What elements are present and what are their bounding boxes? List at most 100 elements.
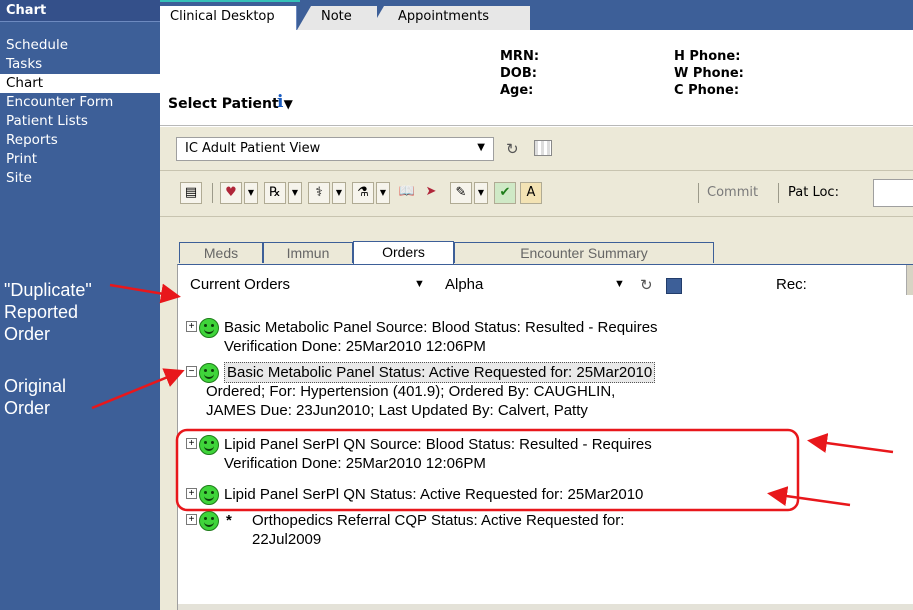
annotation-original-order: Original Order	[4, 375, 66, 419]
tab-accent-bar	[160, 0, 300, 2]
patient-view-select[interactable]: IC Adult Patient View ▼	[176, 137, 494, 161]
select-patient-button[interactable]: Select Patient ▼	[168, 96, 293, 112]
rec-label: Rec:	[776, 276, 807, 293]
age-label: Age:	[500, 83, 534, 98]
chevron-down-icon: ▼	[477, 142, 485, 153]
medication-icon[interactable]: ⚕	[308, 182, 330, 204]
status-smiley-icon	[199, 435, 219, 455]
sidebar-item-patient-lists[interactable]: Patient Lists	[0, 112, 160, 131]
status-smiley-icon	[199, 485, 219, 505]
sidebar-item-encounter-form[interactable]: Encounter Form	[0, 93, 160, 112]
refresh-icon[interactable]: ↻	[640, 276, 653, 294]
toolbar-separator	[778, 183, 779, 203]
orders-panel: Current Orders ▼ Alpha ▼ ↻ Rec: + Basic …	[177, 264, 913, 610]
dob-label: DOB:	[500, 66, 537, 81]
sidebar: Chart Schedule Tasks Chart Encounter For…	[0, 0, 160, 610]
tab-appointments[interactable]: Appointments	[370, 6, 530, 30]
order-text: Lipid Panel SerPl QN Status: Active Requ…	[224, 486, 644, 503]
toolbar-separator	[698, 183, 699, 203]
chevron-down-icon[interactable]: ▼	[376, 182, 390, 204]
order-row[interactable]: + Lipid Panel SerPl QN Status: Active Re…	[186, 485, 886, 505]
chevron-down-icon[interactable]: ▼	[332, 182, 346, 204]
note-icon[interactable]: ✎	[450, 182, 472, 204]
sidebar-nav: Schedule Tasks Chart Encounter Form Pati…	[0, 36, 160, 188]
tab-meds[interactable]: Meds	[179, 242, 263, 263]
order-text: Verification Done: 25Mar2010 12:06PM	[224, 338, 486, 355]
toolbar-separator	[212, 183, 213, 203]
commit-button[interactable]: Commit	[707, 185, 758, 200]
sidebar-item-print[interactable]: Print	[0, 150, 160, 169]
orders-filter-row: Current Orders ▼ Alpha ▼ ↻ Rec:	[178, 265, 913, 299]
order-row[interactable]: + * Orthopedics Referral CQP Status: Act…	[186, 511, 886, 551]
sidebar-item-tasks[interactable]: Tasks	[0, 55, 160, 74]
order-text: Verification Done: 25Mar2010 12:06PM	[224, 455, 486, 472]
action-toolbar: ▤ ♥ ▼ ℞ ▼ ⚕ ▼ ⚗ ▼ 📖 ➤ ✎ ▼ ✔ A Commit Pat…	[160, 171, 913, 217]
expand-icon[interactable]: +	[186, 514, 197, 525]
chevron-down-icon[interactable]: ▼	[244, 182, 258, 204]
lab-flask-icon[interactable]: ⚗	[352, 182, 374, 204]
tab-immun[interactable]: Immun	[263, 242, 353, 263]
chevron-down-icon[interactable]: ▼	[614, 278, 625, 290]
sidebar-item-reports[interactable]: Reports	[0, 131, 160, 150]
tab-clinical-desktop[interactable]: Clinical Desktop	[160, 6, 297, 30]
work-phone-label: W Phone:	[674, 66, 744, 81]
info-icon[interactable]: i	[277, 92, 283, 112]
chevron-down-icon[interactable]: ▼	[474, 182, 488, 204]
annotation-line: "Duplicate"	[4, 280, 92, 300]
patient-header: MRN: DOB: Age: H Phone: W Phone: C Phone…	[160, 30, 913, 126]
expand-icon[interactable]: +	[186, 321, 197, 332]
collapse-icon[interactable]: −	[186, 366, 197, 377]
mrn-label: MRN:	[500, 49, 540, 64]
flag-forward-icon[interactable]: ➤	[420, 182, 442, 204]
order-text: Basic Metabolic Panel Source: Blood Stat…	[224, 319, 658, 336]
order-text: 22Jul2009	[252, 531, 322, 548]
prescription-icon[interactable]: ℞	[264, 182, 286, 204]
top-tab-strip: Clinical Desktop Appointments Note	[160, 0, 913, 30]
chevron-down-icon: ▼	[283, 97, 293, 111]
order-text: Ordered; For: Hypertension (401.9); Orde…	[206, 383, 616, 400]
sidebar-item-schedule[interactable]: Schedule	[0, 36, 160, 55]
audit-icon[interactable]: A	[520, 182, 542, 204]
order-status-filter[interactable]: Current Orders	[190, 276, 290, 293]
view-toolbar: IC Adult Patient View ▼ ↻	[160, 127, 913, 171]
sidebar-title: Chart	[0, 0, 160, 22]
tab-encounter-summary[interactable]: Encounter Summary	[454, 242, 714, 263]
sign-green-icon[interactable]: ✔	[494, 182, 516, 204]
scrollbar[interactable]	[906, 265, 913, 295]
grid-view-icon[interactable]	[534, 140, 552, 156]
annotation-line: Order	[4, 324, 51, 344]
cell-phone-label: C Phone:	[674, 83, 740, 98]
calculator-icon[interactable]	[666, 278, 682, 294]
annotation-line: Reported	[4, 302, 79, 322]
annotation-duplicate-order: "Duplicate" Reported Order	[4, 279, 92, 345]
expand-icon[interactable]: +	[186, 488, 197, 499]
horizontal-scrollbar[interactable]	[178, 604, 913, 610]
book-icon[interactable]: 📖	[396, 182, 418, 204]
annotation-line: Order	[4, 398, 51, 418]
patient-location-label: Pat Loc:	[788, 185, 839, 200]
referral-star: *	[226, 512, 232, 529]
order-row[interactable]: + Basic Metabolic Panel Source: Blood St…	[186, 318, 886, 358]
heart-icon[interactable]: ♥	[220, 182, 242, 204]
patient-location-input[interactable]	[873, 179, 913, 207]
tab-note[interactable]: Note	[297, 6, 377, 30]
order-row[interactable]: + Lipid Panel SerPl QN Source: Blood Sta…	[186, 435, 886, 475]
sidebar-item-chart[interactable]: Chart	[0, 74, 160, 93]
sidebar-item-site[interactable]: Site	[0, 169, 160, 188]
patient-view-value: IC Adult Patient View	[185, 141, 321, 156]
patient-card-icon[interactable]: ▤	[180, 182, 202, 204]
chevron-down-icon[interactable]: ▼	[288, 182, 302, 204]
order-text: JAMES Due: 23Jun2010; Last Updated By: C…	[206, 402, 588, 419]
status-smiley-icon	[199, 318, 219, 338]
refresh-icon[interactable]: ↻	[506, 140, 519, 158]
expand-icon[interactable]: +	[186, 438, 197, 449]
chart-content: Meds Immun Encounter Summary Orders Curr…	[160, 217, 913, 610]
order-text: Basic Metabolic Panel Status: Active Req…	[224, 362, 656, 383]
status-smiley-icon	[199, 511, 219, 531]
order-row[interactable]: − Basic Metabolic Panel Status: Active R…	[186, 362, 886, 423]
status-smiley-icon	[199, 363, 219, 383]
tab-orders[interactable]: Orders	[353, 241, 454, 264]
chevron-down-icon[interactable]: ▼	[414, 278, 425, 290]
order-text: Orthopedics Referral CQP Status: Active …	[252, 512, 625, 529]
order-sort-select[interactable]: Alpha	[445, 276, 483, 293]
